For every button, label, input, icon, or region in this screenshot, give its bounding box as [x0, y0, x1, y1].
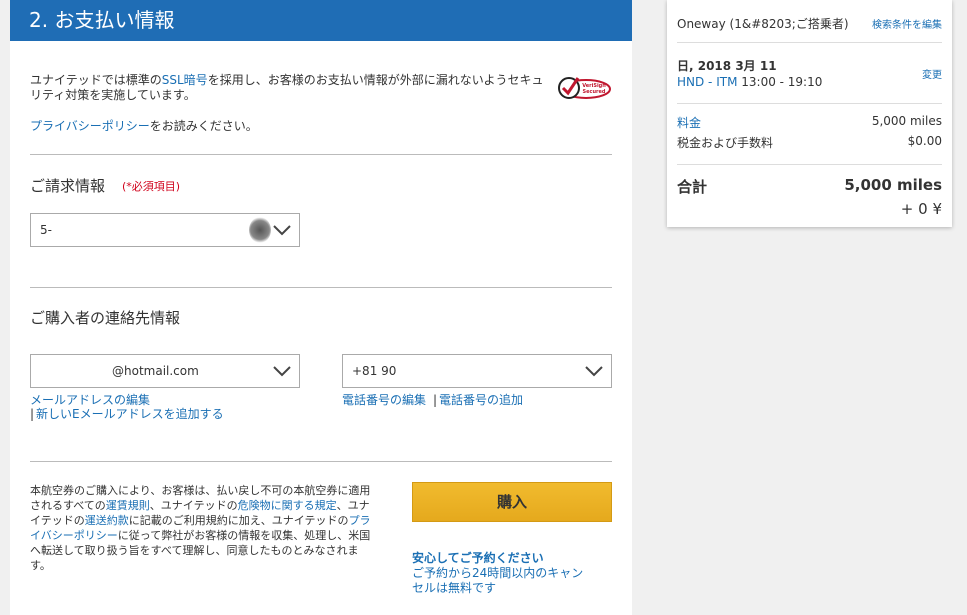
tax-label: 税金および手数料: [677, 136, 774, 150]
terms-line1: 本航空券のご購入により、お客様は、払い戻し不可の本航空券に適用: [30, 484, 371, 497]
chevron-down-icon: [273, 225, 291, 236]
fare-rules-link[interactable]: 運賃規則: [106, 499, 150, 512]
edit-email-link[interactable]: メールアドレスの編集: [30, 393, 150, 408]
payment-panel: 2. お支払い情報 ユナイテッドでは標準のSSL暗号を採用し、お客様のお支払い情…: [10, 0, 632, 615]
total-miles: 5,000 miles: [844, 176, 942, 194]
terms-privacy-link-part1[interactable]: プラ: [349, 514, 371, 527]
reassurance: 安心してご予約ください ご予約から24時間以内のキャン セルは無料です: [412, 551, 583, 596]
privacy-suffix: をお読みください。: [149, 119, 258, 133]
trip-route-row: HND - ITM 13:00 - 19:10: [677, 75, 822, 89]
ssl-line2: リティ対策を実施しています。: [30, 88, 196, 102]
trip-route: HND - ITM: [677, 75, 738, 89]
verisign-badge: VeriSign Secured: [556, 72, 612, 102]
link-separator: |: [30, 407, 35, 421]
terms-line2b: 、ユナイテッドの: [149, 499, 238, 512]
terms-line6: す。: [30, 559, 51, 572]
phone-select-value: +81 90: [352, 364, 397, 378]
fare-value: 5,000 miles: [871, 114, 942, 128]
redacted-blur: [249, 217, 271, 243]
reassure-title: 安心してご予約ください: [412, 551, 544, 565]
divider: [30, 287, 612, 288]
terms-line5: へ転送して取り扱う旨をすべて理解し、同意したものとみなされま: [30, 544, 359, 557]
section-header: 2. お支払い情報: [10, 0, 632, 41]
trip-title: Oneway (1&#8203;ご搭乗者): [677, 17, 849, 31]
divider: [677, 42, 942, 43]
reassure-line2: セルは無料です: [412, 581, 497, 595]
billing-select-value: 5-: [40, 223, 52, 237]
terms-privacy-link-part2[interactable]: イバシーポリシー: [30, 529, 118, 542]
tax-value: $0.00: [907, 134, 942, 148]
verisign-text: VeriSign Secured: [582, 83, 606, 95]
terms-line3b: に記載のご利用規約に加え、ユナイテッドの: [128, 514, 349, 527]
fare-label: 料金: [677, 116, 702, 130]
billing-select[interactable]: 5-: [30, 213, 300, 247]
trip-summary-card: Oneway (1&#8203;ご搭乗者) 検索条件を編集 日, 2018 3月…: [667, 0, 952, 227]
terms-text: 本航空券のご購入により、お客様は、払い戻し不可の本航空券に適用 されるすべての運…: [30, 483, 410, 573]
chevron-down-icon: [585, 366, 603, 377]
privacy-notice: プライバシーポリシーをお読みください。: [30, 119, 258, 134]
edit-search-link[interactable]: 検索条件を編集: [872, 16, 942, 31]
divider: [30, 461, 612, 462]
add-email-link[interactable]: 新しいEメールアドレスを追加する: [36, 407, 224, 422]
phone-select[interactable]: +81 90: [342, 354, 612, 388]
chevron-down-icon: [273, 366, 291, 377]
trip-time: 13:00 - 19:10: [741, 75, 823, 89]
total-yen: + 0 ¥: [900, 200, 942, 218]
hazmat-link[interactable]: 危険物に関する規定: [238, 499, 337, 512]
ssl-link[interactable]: SSL暗号: [162, 73, 208, 87]
total-label: 合計: [677, 178, 708, 196]
terms-line2c: 、ユナ: [336, 499, 370, 512]
reassure-line1: ご予約から24時間以内のキャン: [412, 566, 584, 580]
ssl-notice: ユナイテッドでは標準のSSL暗号を採用し、お客様のお支払い情報が外部に漏れないよ…: [30, 73, 560, 103]
contract-of-carriage-link[interactable]: 運送約款: [85, 514, 129, 527]
terms-line2a: されるすべての: [30, 499, 106, 512]
edit-phone-link[interactable]: 電話番号の編集: [342, 393, 426, 408]
ssl-line1-suffix: を採用し、お客様のお支払い情報が外部に漏れないようセキュ: [207, 73, 544, 87]
privacy-link[interactable]: プライバシーポリシー: [30, 119, 150, 133]
email-select-value: @hotmail.com: [112, 364, 199, 378]
required-note: (*必須項目): [122, 180, 181, 193]
purchase-button[interactable]: 購入: [412, 482, 612, 522]
divider: [677, 164, 942, 165]
email-select[interactable]: @hotmail.com: [30, 354, 300, 388]
terms-line3a: イテッドの: [30, 514, 85, 527]
divider: [30, 154, 612, 155]
billing-title: ご請求情報: [30, 177, 106, 195]
link-separator: |: [433, 393, 438, 407]
contact-title: ご購入者の連絡先情報: [30, 309, 181, 327]
change-flight-link[interactable]: 変更: [922, 66, 942, 81]
trip-date: 日, 2018 3月 11: [677, 59, 777, 73]
divider: [677, 103, 942, 104]
ssl-prefix: ユナイテッドでは標準の: [30, 73, 162, 87]
terms-line4b: に従って弊社がお客様の情報を収集、処理し、米国: [117, 529, 371, 542]
add-phone-link[interactable]: 電話番号の追加: [439, 393, 523, 408]
